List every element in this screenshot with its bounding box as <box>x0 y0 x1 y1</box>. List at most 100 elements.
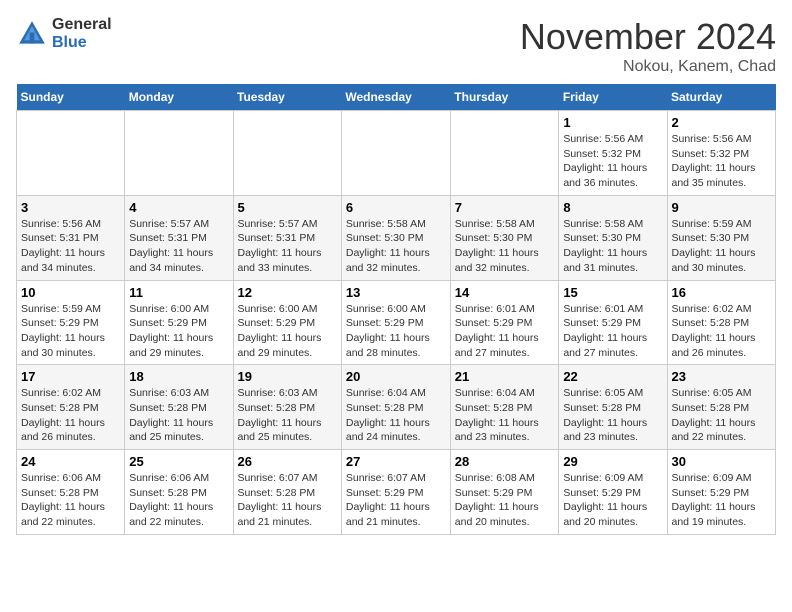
calendar-cell: 17 Sunrise: 6:02 AMSunset: 5:28 PMDayligh… <box>17 365 125 450</box>
day-number: 8 <box>563 200 662 215</box>
day-info: Sunrise: 5:56 AMSunset: 5:32 PMDaylight:… <box>672 132 772 191</box>
calendar-cell: 27 Sunrise: 6:07 AMSunset: 5:29 PMDayligh… <box>341 450 450 535</box>
calendar-week-row: 1 Sunrise: 5:56 AMSunset: 5:32 PMDaylight… <box>17 111 776 196</box>
calendar-cell: 3 Sunrise: 5:56 AMSunset: 5:31 PMDaylight… <box>17 195 125 280</box>
day-number: 18 <box>129 369 228 384</box>
calendar-cell: 5 Sunrise: 5:57 AMSunset: 5:31 PMDaylight… <box>233 195 341 280</box>
day-number: 22 <box>563 369 662 384</box>
day-info: Sunrise: 6:09 AMSunset: 5:29 PMDaylight:… <box>563 471 662 530</box>
day-info: Sunrise: 6:02 AMSunset: 5:28 PMDaylight:… <box>672 302 772 361</box>
logo-blue: Blue <box>52 34 87 51</box>
calendar-cell: 4 Sunrise: 5:57 AMSunset: 5:31 PMDaylight… <box>125 195 233 280</box>
day-number: 7 <box>455 200 555 215</box>
day-number: 23 <box>672 369 772 384</box>
calendar-cell <box>233 111 341 196</box>
calendar-cell <box>17 111 125 196</box>
day-info: Sunrise: 5:58 AMSunset: 5:30 PMDaylight:… <box>455 217 555 276</box>
day-info: Sunrise: 6:01 AMSunset: 5:29 PMDaylight:… <box>455 302 555 361</box>
day-number: 3 <box>21 200 120 215</box>
calendar-cell: 19 Sunrise: 6:03 AMSunset: 5:28 PMDayligh… <box>233 365 341 450</box>
calendar-cell <box>125 111 233 196</box>
day-info: Sunrise: 6:06 AMSunset: 5:28 PMDaylight:… <box>21 471 120 530</box>
day-info: Sunrise: 6:00 AMSunset: 5:29 PMDaylight:… <box>346 302 446 361</box>
day-info: Sunrise: 6:02 AMSunset: 5:28 PMDaylight:… <box>21 386 120 445</box>
day-number: 20 <box>346 369 446 384</box>
day-info: Sunrise: 6:05 AMSunset: 5:28 PMDaylight:… <box>563 386 662 445</box>
col-header-tuesday: Tuesday <box>233 84 341 111</box>
calendar-cell: 30Sunrise: 6:09 AMSunset: 5:29 PMDayligh… <box>667 450 776 535</box>
col-header-monday: Monday <box>125 84 233 111</box>
calendar-cell: 28 Sunrise: 6:08 AMSunset: 5:29 PMDayligh… <box>450 450 559 535</box>
day-number: 27 <box>346 454 446 469</box>
calendar-cell: 12 Sunrise: 6:00 AMSunset: 5:29 PMDayligh… <box>233 280 341 365</box>
day-info: Sunrise: 6:09 AMSunset: 5:29 PMDaylight:… <box>672 471 772 530</box>
calendar-cell: 7 Sunrise: 5:58 AMSunset: 5:30 PMDaylight… <box>450 195 559 280</box>
logo-icon <box>16 18 48 50</box>
day-info: Sunrise: 6:05 AMSunset: 5:28 PMDaylight:… <box>672 386 772 445</box>
logo-text: General Blue <box>52 16 112 52</box>
calendar-week-row: 24 Sunrise: 6:06 AMSunset: 5:28 PMDayligh… <box>17 450 776 535</box>
calendar-header-row: SundayMondayTuesdayWednesdayThursdayFrid… <box>17 84 776 111</box>
calendar-cell: 26Sunrise: 6:07 AMSunset: 5:28 PMDayligh… <box>233 450 341 535</box>
day-number: 10 <box>21 285 120 300</box>
calendar-cell: 20 Sunrise: 6:04 AMSunset: 5:28 PMDayligh… <box>341 365 450 450</box>
calendar-cell: 25 Sunrise: 6:06 AMSunset: 5:28 PMDayligh… <box>125 450 233 535</box>
location: Nokou, Kanem, Chad <box>520 58 776 76</box>
day-number: 24 <box>21 454 120 469</box>
calendar-cell: 1Sunrise: 5:56 AMSunset: 5:32 PMDaylight… <box>559 111 667 196</box>
day-info: Sunrise: 6:03 AMSunset: 5:28 PMDaylight:… <box>129 386 228 445</box>
day-info: Sunrise: 6:04 AMSunset: 5:28 PMDaylight:… <box>455 386 555 445</box>
col-header-sunday: Sunday <box>17 84 125 111</box>
day-info: Sunrise: 5:59 AMSunset: 5:29 PMDaylight:… <box>21 302 120 361</box>
calendar-cell: 22 Sunrise: 6:05 AMSunset: 5:28 PMDayligh… <box>559 365 667 450</box>
calendar-cell: 24 Sunrise: 6:06 AMSunset: 5:28 PMDayligh… <box>17 450 125 535</box>
calendar-cell <box>341 111 450 196</box>
calendar-cell: 11 Sunrise: 6:00 AMSunset: 5:29 PMDayligh… <box>125 280 233 365</box>
calendar-cell: 9Sunrise: 5:59 AMSunset: 5:30 PMDaylight… <box>667 195 776 280</box>
day-number: 5 <box>238 200 337 215</box>
calendar-cell: 21 Sunrise: 6:04 AMSunset: 5:28 PMDayligh… <box>450 365 559 450</box>
day-info: Sunrise: 6:03 AMSunset: 5:28 PMDaylight:… <box>238 386 337 445</box>
calendar-cell: 6Sunrise: 5:58 AMSunset: 5:30 PMDaylight… <box>341 195 450 280</box>
day-info: Sunrise: 5:58 AMSunset: 5:30 PMDaylight:… <box>563 217 662 276</box>
col-header-saturday: Saturday <box>667 84 776 111</box>
day-number: 21 <box>455 369 555 384</box>
day-info: Sunrise: 6:06 AMSunset: 5:28 PMDaylight:… <box>129 471 228 530</box>
day-number: 17 <box>21 369 120 384</box>
day-info: Sunrise: 6:08 AMSunset: 5:29 PMDaylight:… <box>455 471 555 530</box>
day-number: 2 <box>672 115 772 130</box>
calendar-cell: 8 Sunrise: 5:58 AMSunset: 5:30 PMDaylight… <box>559 195 667 280</box>
calendar-cell: 16 Sunrise: 6:02 AMSunset: 5:28 PMDayligh… <box>667 280 776 365</box>
day-number: 11 <box>129 285 228 300</box>
day-info: Sunrise: 6:07 AMSunset: 5:29 PMDaylight:… <box>346 471 446 530</box>
calendar-week-row: 10 Sunrise: 5:59 AMSunset: 5:29 PMDayligh… <box>17 280 776 365</box>
day-info: Sunrise: 5:57 AMSunset: 5:31 PMDaylight:… <box>238 217 337 276</box>
day-number: 19 <box>238 369 337 384</box>
day-info: Sunrise: 5:56 AMSunset: 5:31 PMDaylight:… <box>21 217 120 276</box>
logo-general: General <box>52 16 112 33</box>
calendar-week-row: 3 Sunrise: 5:56 AMSunset: 5:31 PMDaylight… <box>17 195 776 280</box>
day-number: 15 <box>563 285 662 300</box>
calendar-cell: 14Sunrise: 6:01 AMSunset: 5:29 PMDayligh… <box>450 280 559 365</box>
day-info: Sunrise: 6:01 AMSunset: 5:29 PMDaylight:… <box>563 302 662 361</box>
calendar-week-row: 17 Sunrise: 6:02 AMSunset: 5:28 PMDayligh… <box>17 365 776 450</box>
day-number: 28 <box>455 454 555 469</box>
calendar-cell: 29Sunrise: 6:09 AMSunset: 5:29 PMDayligh… <box>559 450 667 535</box>
calendar-cell: 23 Sunrise: 6:05 AMSunset: 5:28 PMDayligh… <box>667 365 776 450</box>
day-number: 26 <box>238 454 337 469</box>
day-info: Sunrise: 6:04 AMSunset: 5:28 PMDaylight:… <box>346 386 446 445</box>
page-header: General Blue November 2024 Nokou, Kanem,… <box>16 16 776 76</box>
calendar-table: SundayMondayTuesdayWednesdayThursdayFrid… <box>16 84 776 535</box>
day-number: 16 <box>672 285 772 300</box>
day-number: 12 <box>238 285 337 300</box>
calendar-cell <box>450 111 559 196</box>
day-number: 4 <box>129 200 228 215</box>
day-info: Sunrise: 6:00 AMSunset: 5:29 PMDaylight:… <box>129 302 228 361</box>
day-number: 25 <box>129 454 228 469</box>
day-number: 9 <box>672 200 772 215</box>
logo: General Blue <box>16 16 112 52</box>
title-area: November 2024 Nokou, Kanem, Chad <box>520 16 776 76</box>
day-info: Sunrise: 5:57 AMSunset: 5:31 PMDaylight:… <box>129 217 228 276</box>
day-info: Sunrise: 6:00 AMSunset: 5:29 PMDaylight:… <box>238 302 337 361</box>
day-number: 1 <box>563 115 662 130</box>
